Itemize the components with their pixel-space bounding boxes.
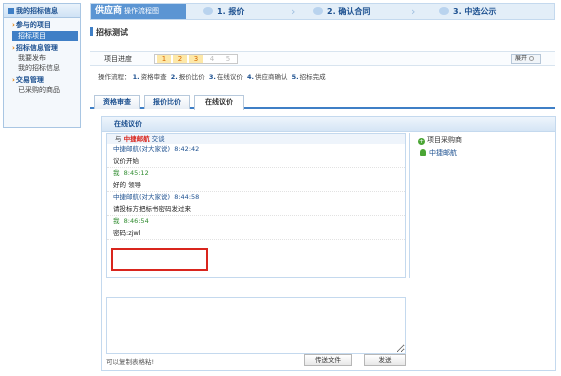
chevron-right-icon: › [12, 76, 15, 84]
flow-step-quote: 1. 报价 [203, 4, 244, 19]
user-icon [420, 149, 426, 156]
sidebar-item-publish[interactable]: 我要发布 [4, 53, 80, 63]
sidebar: 我的招标信息 ›参与的项目 招标项目 ›招标信息管理 我要发布 我的招标信息 ›… [3, 3, 81, 128]
message-sender: 中捷邮航(对大家说) 8:42:42 [113, 145, 200, 153]
chevron-right-icon: › [291, 5, 296, 18]
process-steps: 操作流程： 1.资格审查 2.报价比价 3.在线议价 4.供应商确认 5.招标完… [98, 73, 326, 81]
folder-icon [8, 8, 14, 14]
quote-step-icon [203, 7, 213, 15]
sidebar-group-participated[interactable]: ›参与的项目 [4, 20, 80, 30]
chat-title: 在线议价 [102, 117, 555, 132]
buyer-list-header: + 项目采购商 [418, 136, 462, 145]
message-list[interactable]: 与 中捷邮航 交谈 中捷邮航(对大家说) 8:42:42 议价开始 我 8:45… [106, 133, 406, 278]
progress-step: 3 [189, 55, 203, 63]
progress-label: 项目进度 [104, 55, 132, 63]
message-sender: 我 8:45:12 [113, 169, 149, 177]
buyer-list: + 项目采购商 中捷邮航 [409, 133, 555, 278]
tab-quote-compare[interactable]: 报价比价 [144, 95, 190, 109]
message-sender: 中捷邮航(对大家说) 8:44:58 [113, 193, 200, 201]
page-title: 招标测试 [90, 27, 128, 38]
progress-step: 4 [209, 55, 215, 63]
flow-step-contract: 2. 确认合同 [313, 4, 370, 19]
expand-button[interactable]: 展开 [511, 54, 541, 64]
flow-step-announce: 3. 中选公示 [439, 4, 496, 19]
flow-brand: 供应商 操作流程图 [91, 4, 186, 19]
highlight-box [111, 248, 208, 271]
message-text: 好的 领导 [107, 179, 405, 192]
message-sender: 我 8:46:54 [113, 217, 149, 225]
input-hint: 可以复制表格粘! [106, 358, 155, 366]
sidebar-group-trade-management[interactable]: ›交易管理 [4, 75, 80, 85]
title-marker-icon [90, 27, 93, 36]
progress-steps: 1 2 3 4 5 [154, 54, 238, 64]
chevron-right-icon: › [12, 44, 15, 52]
chat-with-header: 与 中捷邮航 交谈 [107, 134, 405, 144]
announce-step-icon [439, 7, 449, 15]
tab-qualification[interactable]: 资格审查 [94, 95, 140, 109]
sidebar-item-my-bids[interactable]: 我的招标信息 [4, 63, 80, 73]
message-text: 密码:zjwl [107, 227, 405, 240]
progress-step: 2 [173, 55, 187, 63]
sidebar-header: 我的招标信息 [4, 4, 80, 18]
message-text: 请投标方把标书密码发过来 [107, 203, 405, 216]
supplier-flow-banner: 供应商 操作流程图 1. 报价 › 2. 确认合同 › 3. 中选公示 [90, 3, 555, 20]
expand-plus-icon[interactable]: + [418, 138, 425, 145]
message-text: 议价开始 [107, 155, 405, 168]
sidebar-group-bid-management[interactable]: ›招标信息管理 [4, 43, 80, 53]
tab-online-negotiation[interactable]: 在线议价 [194, 95, 244, 110]
chevron-right-icon: › [12, 21, 15, 29]
send-button[interactable]: 发送 [364, 354, 406, 366]
sidebar-item-purchased-goods[interactable]: 已采购的商品 [4, 85, 80, 95]
progress-row: 项目进度 1 2 3 4 5 展开 [90, 51, 555, 66]
tab-bar: 资格审查 报价比价 在线议价 [90, 93, 555, 110]
progress-step: 1 [157, 55, 171, 63]
chat-panel: 在线议价 与 中捷邮航 交谈 中捷邮航(对大家说) 8:42:42 议价开始 我… [101, 116, 556, 371]
progress-step: 5 [225, 55, 231, 63]
contract-step-icon [313, 7, 323, 15]
expand-icon [529, 56, 535, 61]
chevron-right-icon: › [411, 5, 416, 18]
sidebar-item-bidding-projects[interactable]: 招标项目 [12, 31, 78, 41]
message-input[interactable] [106, 297, 406, 354]
send-file-button[interactable]: 传送文件 [304, 354, 352, 366]
buyer-item[interactable]: 中捷邮航 [410, 147, 555, 159]
